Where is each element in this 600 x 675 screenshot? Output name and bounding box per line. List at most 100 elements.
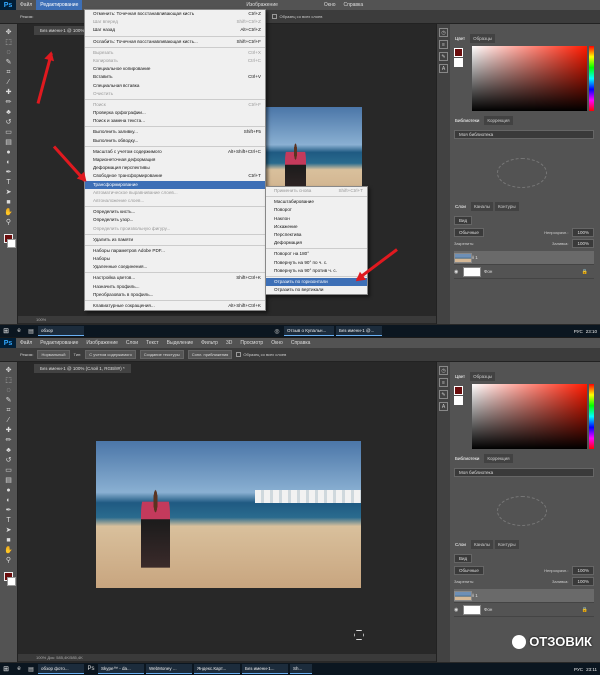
history-icon[interactable]: ◷	[439, 28, 448, 37]
menu-item[interactable]: Отменить: Точечная восстанавливающая кис…	[85, 10, 265, 18]
move-tool-icon[interactable]: ✥	[2, 366, 15, 375]
document-tab[interactable]: Без имени-1 @ 100% (Слой 1, RGB/8#) *	[34, 364, 131, 373]
move-tool-icon[interactable]: ✥	[2, 28, 15, 37]
history-icon[interactable]: ◷	[439, 366, 448, 375]
library-select[interactable]: Моя библиотека	[454, 130, 594, 139]
brush-settings-icon[interactable]: ✎	[439, 390, 448, 399]
tab-adjustments[interactable]: Коррекция	[484, 454, 513, 463]
eyedropper-tool-icon[interactable]: ⁄	[2, 78, 15, 87]
menu-help[interactable]: Справка	[340, 0, 368, 10]
menu-item[interactable]: Наклон	[266, 215, 367, 223]
menu-item[interactable]: Трансформирование	[85, 180, 265, 189]
tab-libraries[interactable]: Библиотеки	[452, 454, 483, 463]
menu-text[interactable]: Текст	[142, 338, 163, 348]
document-tab[interactable]: Без имени-1 @ 100%	[34, 26, 91, 35]
menu-item[interactable]: Отразить по горизонтали	[266, 277, 367, 287]
color-picker[interactable]	[472, 46, 587, 111]
hand-tool-icon[interactable]: ✋	[2, 546, 15, 555]
brush-tool-icon[interactable]: ✏	[2, 436, 15, 445]
type-tool-icon[interactable]: T	[2, 178, 15, 187]
eye-icon[interactable]: ◉	[454, 269, 460, 275]
menu-edit[interactable]: Редактирование	[36, 0, 83, 10]
menu-layers[interactable]: Слои	[122, 338, 142, 348]
filter-select[interactable]: Вид	[454, 216, 473, 225]
menu-item[interactable]: Удалить из памяти	[85, 236, 265, 244]
menu-window[interactable]: Окно	[267, 338, 287, 348]
eyedropper-tool-icon[interactable]: ⁄	[2, 416, 15, 425]
taskbar-app[interactable]: обзор	[38, 326, 84, 336]
stamp-tool-icon[interactable]: ♣	[2, 446, 15, 455]
opacity-value[interactable]: 100%	[572, 566, 594, 575]
brush-settings-icon[interactable]: ✎	[439, 52, 448, 61]
background-color[interactable]	[7, 577, 16, 586]
menu-3d[interactable]: 3D	[222, 338, 236, 348]
folder-icon[interactable]: ▤	[26, 326, 36, 336]
folder-icon[interactable]: ▤	[26, 664, 36, 674]
menu-item[interactable]: Поворот	[266, 206, 367, 214]
menu-item[interactable]: Назначить профиль...	[85, 283, 265, 291]
marquee-tool-icon[interactable]: ⬚	[2, 38, 15, 47]
menu-item[interactable]: Ослабить: Точечная восстанавливающая кис…	[85, 38, 265, 46]
menu-item[interactable]: Масштабирование	[266, 198, 367, 206]
menu-item[interactable]: Масштаб с учетом содержимого Alt+Shift+Ct…	[85, 148, 265, 156]
texture-button[interactable]: Создание текстуры	[139, 350, 184, 359]
char-icon[interactable]: A	[439, 64, 448, 73]
eye-icon[interactable]: ◉	[454, 607, 460, 613]
dodge-tool-icon[interactable]: ◐	[2, 158, 15, 167]
menu-item[interactable]: Искажение	[266, 223, 367, 231]
background-color[interactable]	[7, 239, 16, 248]
menu-item[interactable]: Деформация перспективы	[85, 164, 265, 172]
color-picker[interactable]	[472, 384, 587, 449]
menu-item[interactable]: Специальное копирование	[85, 65, 265, 73]
menu-item[interactable]: Поворот на 180°	[266, 250, 367, 258]
tab-channels[interactable]: Каналы	[470, 202, 493, 211]
crop-tool-icon[interactable]: ⌗	[2, 406, 15, 415]
menu-item[interactable]: Определить узор...	[85, 216, 265, 224]
dodge-tool-icon[interactable]: ◐	[2, 496, 15, 505]
layer-row-bg[interactable]: ◉ Фон 🔒	[454, 265, 594, 279]
blend-select[interactable]: Обычные	[454, 228, 484, 237]
gradient-tool-icon[interactable]: ▤	[2, 138, 15, 147]
quick-select-tool-icon[interactable]: ✎	[2, 58, 15, 67]
tab-layers[interactable]: Слои	[452, 540, 469, 549]
blur-tool-icon[interactable]: ●	[2, 148, 15, 157]
menu-item[interactable]: Деформация	[266, 239, 367, 247]
brush-tool-icon[interactable]: ✏	[2, 98, 15, 107]
layer-row-bg[interactable]: ◉ Фон 🔒	[454, 603, 594, 617]
menu-item[interactable]: Проверка орфографии...	[85, 109, 265, 117]
taskbar-app[interactable]: Отзыв о Купальн...	[284, 326, 334, 336]
clock[interactable]: 23:10	[586, 329, 597, 334]
marquee-tool-icon[interactable]: ⬚	[2, 376, 15, 385]
properties-icon[interactable]: ≡	[439, 378, 448, 387]
tab-libraries[interactable]: Библиотеки	[452, 116, 483, 125]
menu-select[interactable]: Выделение	[163, 338, 198, 348]
tab-color[interactable]: Цвет	[452, 34, 469, 43]
stamp-tool-icon[interactable]: ♣	[2, 108, 15, 117]
menu-item[interactable]: Выполнить обводку...	[85, 137, 265, 145]
menu-image[interactable]: Изображение	[82, 338, 122, 348]
menu-item[interactable]: Повернуть на 90° против ч. с.	[266, 267, 367, 275]
mode-select[interactable]: Нормальный	[37, 350, 70, 359]
sample-all-checkbox[interactable]: Образец со всех слоев	[236, 352, 286, 357]
menu-item[interactable]: Повернуть на 90° по ч. с.	[266, 259, 367, 267]
fg-chip[interactable]	[454, 48, 463, 57]
menu-item[interactable]: Преобразовать в профиль...	[85, 291, 265, 299]
lang-indicator[interactable]: РУС	[574, 667, 583, 672]
taskbar-app[interactable]: Без имени-1...	[242, 664, 288, 674]
history-brush-icon[interactable]: ↺	[2, 118, 15, 127]
taskbar-app[interactable]: Без имени-1 @...	[336, 326, 382, 336]
menu-edit[interactable]: Редактирование	[36, 338, 82, 348]
eraser-tool-icon[interactable]: ▭	[2, 466, 15, 475]
menu-item[interactable]: Шаг назад Alt+Ctrl+Z	[85, 26, 265, 34]
pen-tool-icon[interactable]: ✒	[2, 506, 15, 515]
fill-value[interactable]: 100%	[572, 239, 594, 248]
menu-item[interactable]: Наборы	[85, 255, 265, 263]
taskbar-app[interactable]: WebMoney ...	[146, 664, 192, 674]
taskbar-app[interactable]: Sh...	[290, 664, 312, 674]
menu-file[interactable]: Файл	[16, 338, 36, 348]
clock[interactable]: 23:11	[586, 667, 597, 672]
ps-task-icon[interactable]: Ps	[86, 664, 96, 674]
tab-layers[interactable]: Слои	[452, 202, 469, 211]
tab-paths[interactable]: Контуры	[494, 540, 519, 549]
menu-filter[interactable]: Фильтр	[197, 338, 222, 348]
